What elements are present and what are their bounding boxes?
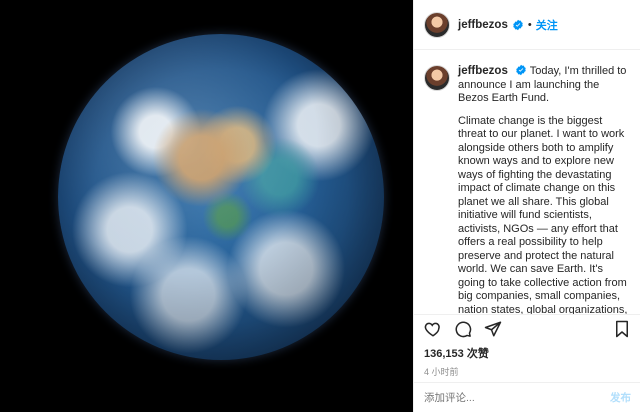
caption-avatar[interactable]	[424, 65, 450, 91]
caption-username[interactable]: jeffbezos	[458, 65, 508, 77]
earth-shading	[58, 34, 384, 360]
avatar[interactable]	[424, 11, 450, 38]
caption-first-line: jeffbezos Today, I'm thrilled to announc…	[458, 64, 631, 106]
follow-button[interactable]: 关注	[536, 17, 558, 33]
verified-badge-icon	[513, 19, 523, 30]
username-link[interactable]: jeffbezos	[458, 19, 508, 31]
comment-icon[interactable]	[452, 318, 474, 340]
likes-count[interactable]: 136,153 次赞	[414, 343, 640, 361]
separator-dot: •	[527, 18, 532, 31]
post-sidebar: jeffbezos • 关注 jeffbezos Today, I'm thri…	[413, 0, 640, 412]
post-actions: 136,153 次赞 4 小时前 发布	[414, 314, 640, 412]
post-comment-button[interactable]: 发布	[610, 390, 631, 405]
action-icons	[414, 315, 640, 343]
comment-input[interactable]	[424, 391, 584, 404]
verified-badge-icon	[516, 64, 526, 76]
post-image[interactable]	[0, 0, 413, 412]
bookmark-icon[interactable]	[611, 318, 633, 340]
instagram-post: jeffbezos • 关注 jeffbezos Today, I'm thri…	[0, 0, 640, 412]
comment-box: 发布	[414, 382, 640, 412]
caption-area: jeffbezos Today, I'm thrilled to announc…	[414, 56, 640, 314]
post-header: jeffbezos • 关注	[414, 0, 640, 50]
earth-image	[58, 34, 384, 360]
post-timestamp[interactable]: 4 小时前	[414, 361, 640, 378]
caption-row: jeffbezos Today, I'm thrilled to announc…	[424, 64, 631, 106]
share-icon[interactable]	[482, 318, 504, 340]
heart-icon[interactable]	[422, 318, 444, 340]
caption-body-text: Climate change is the biggest threat to …	[458, 114, 628, 315]
